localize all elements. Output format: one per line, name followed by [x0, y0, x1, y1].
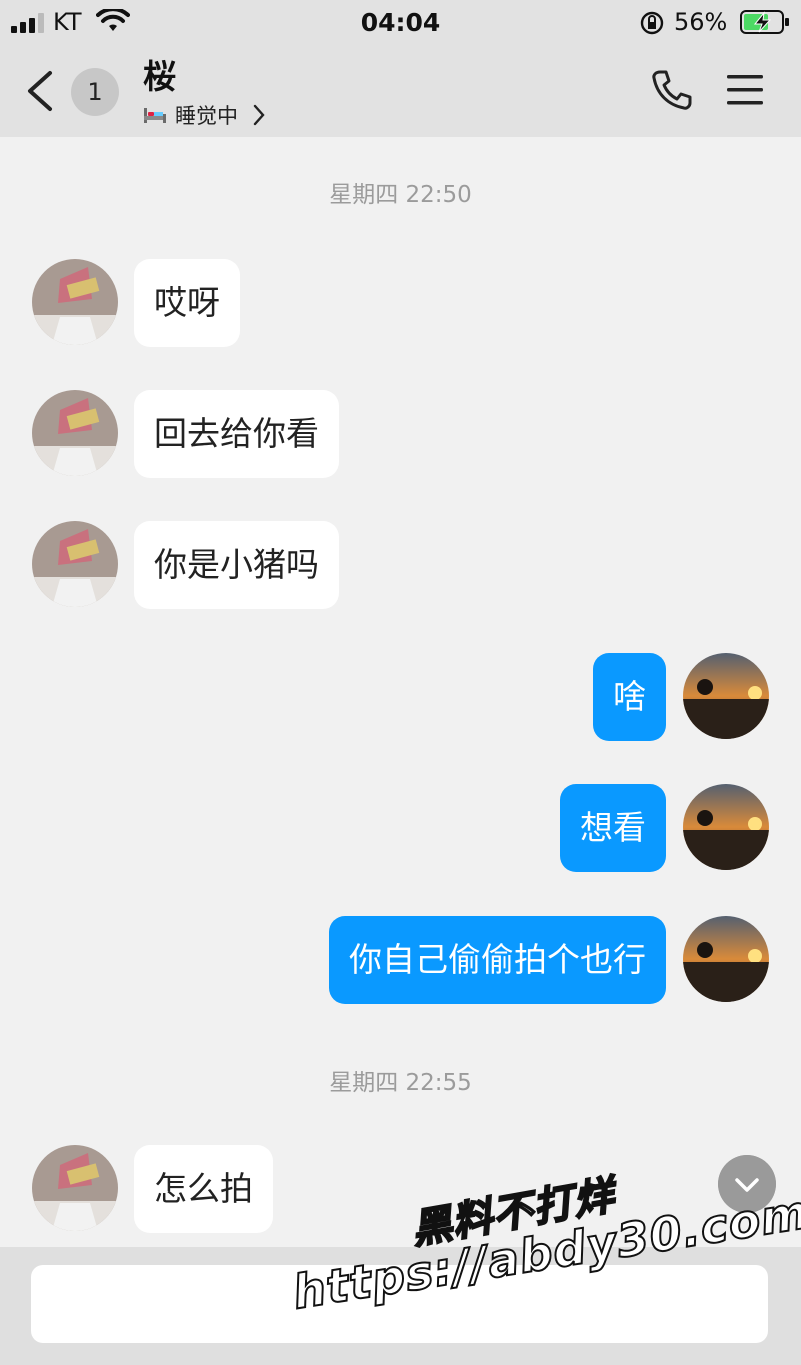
status-bar: KT 04:04 56% — [0, 0, 801, 44]
battery-percent: 56% — [674, 8, 728, 36]
message-list[interactable]: 星期四 22:50 哎呀 回去给你看 你是小猪吗 啥 想看 你自己偷偷拍个也行 … — [0, 137, 801, 1247]
contact-avatar[interactable] — [32, 521, 118, 607]
chat-header: 1 桜 睡觉中 — [0, 44, 801, 137]
phone-icon[interactable] — [650, 68, 694, 112]
my-avatar[interactable] — [683, 784, 769, 870]
message-timestamp: 星期四 22:55 — [329, 1070, 472, 1096]
menu-icon[interactable] — [725, 72, 765, 108]
message-timestamp: 星期四 22:50 — [329, 182, 472, 208]
presence-status[interactable]: 睡觉中 — [143, 100, 266, 130]
incoming-message[interactable]: 回去给你看 — [134, 390, 339, 478]
my-avatar[interactable] — [683, 916, 769, 1002]
unread-count-badge[interactable]: 1 — [71, 68, 119, 116]
incoming-message[interactable]: 你是小猪吗 — [134, 521, 339, 609]
contact-avatar[interactable] — [32, 259, 118, 345]
outgoing-message[interactable]: 啥 — [593, 653, 666, 741]
contact-avatar[interactable] — [32, 390, 118, 476]
battery-charging-icon — [740, 10, 789, 34]
top-bar: KT 04:04 56% 1 桜 睡觉中 — [0, 0, 801, 137]
contact-avatar[interactable] — [32, 1145, 118, 1231]
contact-name[interactable]: 桜 — [143, 50, 176, 98]
back-chevron-icon[interactable] — [24, 70, 54, 112]
incoming-message[interactable]: 怎么拍 — [134, 1145, 273, 1233]
orientation-lock-icon — [640, 11, 664, 35]
incoming-message[interactable]: 哎呀 — [134, 259, 240, 347]
outgoing-message[interactable]: 你自己偷偷拍个也行 — [329, 916, 666, 1004]
bed-icon — [144, 108, 166, 123]
outgoing-message[interactable]: 想看 — [560, 784, 666, 872]
my-avatar[interactable] — [683, 653, 769, 739]
chevron-right-icon — [253, 104, 265, 126]
presence-label: 睡觉中 — [175, 104, 238, 128]
